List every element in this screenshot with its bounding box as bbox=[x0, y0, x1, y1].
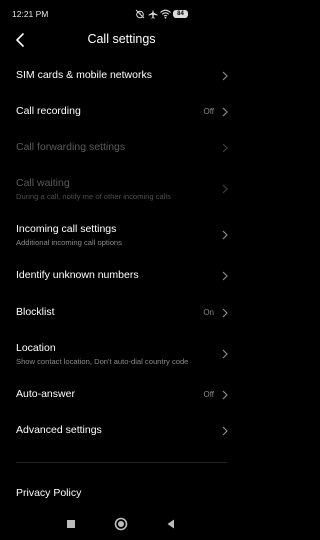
chevron-right-icon bbox=[222, 230, 228, 240]
chevron-right-icon bbox=[222, 184, 228, 194]
setting-call-waiting: Call waiting During a call, notify me of… bbox=[0, 174, 243, 204]
setting-value: Off bbox=[203, 107, 214, 116]
setting-value: Off bbox=[203, 390, 214, 399]
setting-value: On bbox=[203, 308, 214, 317]
setting-label: Call waiting bbox=[16, 177, 70, 189]
chevron-right-icon bbox=[222, 271, 228, 281]
setting-description: Additional incoming call options bbox=[16, 238, 122, 247]
status-bar: 12:21 PM 84 bbox=[0, 0, 243, 30]
setting-auto-answer[interactable]: Auto-answer Off bbox=[0, 385, 243, 405]
privacy-policy-label: Privacy Policy bbox=[16, 487, 82, 499]
setting-label: Call recording bbox=[16, 105, 81, 117]
back-triangle-icon[interactable] bbox=[162, 515, 180, 533]
status-time: 12:21 PM bbox=[12, 9, 49, 19]
section-divider bbox=[16, 462, 227, 463]
chevron-right-icon bbox=[222, 426, 228, 436]
setting-label: Call forwarding settings bbox=[16, 141, 126, 153]
setting-description: During a call, notify me of other incomi… bbox=[16, 192, 171, 201]
setting-incoming-call[interactable]: Incoming call settings Additional incomi… bbox=[0, 220, 243, 250]
setting-call-forwarding: Call forwarding settings bbox=[0, 138, 243, 158]
setting-location[interactable]: Location Show contact location, Don't au… bbox=[0, 339, 243, 369]
setting-label: Identify unknown numbers bbox=[16, 269, 139, 281]
home-circle-icon[interactable] bbox=[112, 515, 130, 533]
navigation-bar bbox=[0, 510, 243, 540]
privacy-policy-link[interactable]: Privacy Policy bbox=[0, 484, 243, 504]
wifi-icon bbox=[160, 9, 171, 19]
setting-description: Show contact location, Don't auto-dial c… bbox=[16, 357, 189, 366]
setting-label: Location bbox=[16, 342, 56, 354]
chevron-right-icon bbox=[222, 143, 228, 153]
setting-blocklist[interactable]: Blocklist On bbox=[0, 303, 243, 323]
setting-label: Incoming call settings bbox=[16, 223, 117, 235]
chevron-right-icon bbox=[222, 308, 228, 318]
setting-advanced[interactable]: Advanced settings bbox=[0, 421, 243, 441]
chevron-right-icon bbox=[222, 71, 228, 81]
battery-icon: 84 bbox=[173, 10, 188, 18]
setting-label: SIM cards & mobile networks bbox=[16, 69, 152, 81]
chevron-right-icon bbox=[222, 390, 228, 400]
page-title: Call settings bbox=[87, 32, 156, 46]
setting-label: Advanced settings bbox=[16, 424, 102, 436]
setting-label: Auto-answer bbox=[16, 388, 75, 400]
chevron-right-icon bbox=[222, 107, 228, 117]
alarm-off-icon bbox=[135, 9, 145, 19]
airplane-icon bbox=[148, 9, 158, 19]
setting-call-recording[interactable]: Call recording Off bbox=[0, 102, 243, 122]
chevron-right-icon bbox=[222, 349, 228, 359]
header: Call settings bbox=[0, 28, 243, 54]
setting-sim-cards[interactable]: SIM cards & mobile networks bbox=[0, 66, 243, 86]
battery-level: 84 bbox=[177, 11, 184, 17]
setting-label: Blocklist bbox=[16, 306, 55, 318]
setting-identify-unknown[interactable]: Identify unknown numbers bbox=[0, 266, 243, 286]
recents-square-icon[interactable] bbox=[62, 515, 80, 533]
